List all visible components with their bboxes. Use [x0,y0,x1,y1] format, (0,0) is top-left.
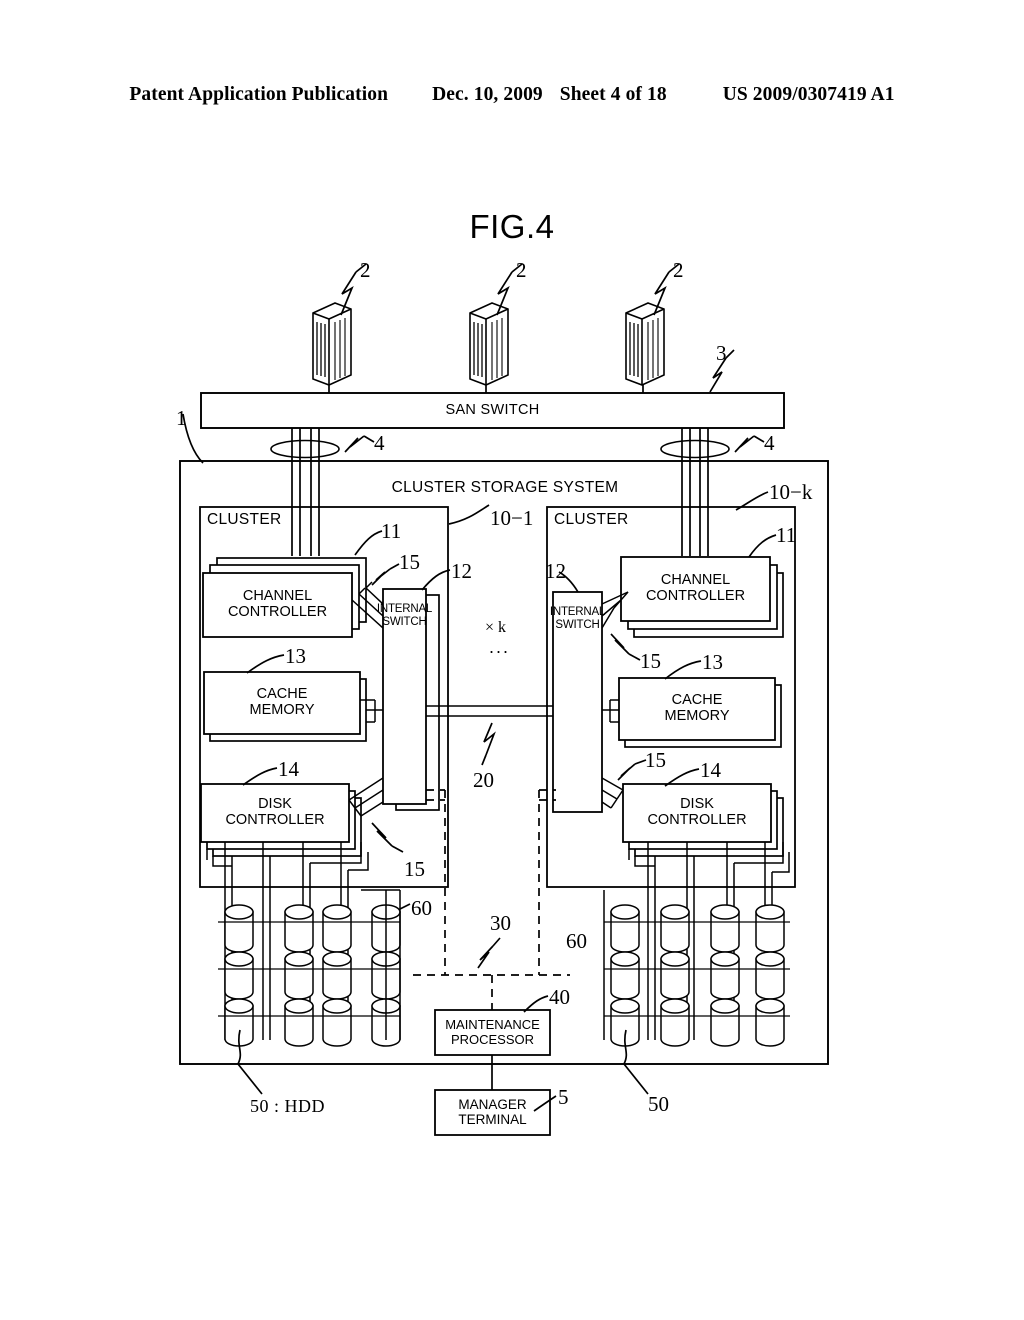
ref-maintenance-bus: 30 [490,911,511,935]
figure-artwork [179,263,829,1136]
hdd-icon [224,951,254,1000]
ref-cable-right: 4 [764,431,775,455]
host-icon-3 [625,302,665,386]
manager-terminal-box [434,1089,551,1136]
cluster-ellipsis-label: ... [489,637,511,657]
hdd-icon [710,951,740,1000]
ref-inter-cluster-bus: 20 [473,768,494,792]
ref-host-2: 2 [516,258,527,282]
hdd-icon [284,904,314,953]
ref-internal-switch-right: 12 [545,559,566,583]
ref-manager-terminal: 5 [558,1085,569,1109]
ref-system: 1 [176,406,187,430]
hdd-icon [710,904,740,953]
cluster-left-label: CLUSTER [207,511,282,528]
hdd-icon [284,998,314,1047]
ref-channel-controller-left: 11 [381,519,402,543]
maintenance-processor-box [434,1009,551,1056]
channel-controller-left-box [202,572,353,638]
ref-cluster-kth: 10−k [769,480,813,504]
hdd-icon [322,904,352,953]
hdd-icon [660,998,690,1047]
hdd-legend-label: 50 : HDD [250,1096,325,1116]
ref-disk-controller-left: 14 [278,757,299,781]
ref-cable-left: 4 [374,431,385,455]
cluster-right-label: CLUSTER [554,511,629,528]
cluster-multiplier-label: × k [485,619,507,636]
hdd-icon [755,951,785,1000]
internal-switch-right-box [552,591,603,813]
hdd-icon [610,904,640,953]
hdd-icon [284,951,314,1000]
ref-internal-switch-left: 12 [451,559,472,583]
san-switch-box [200,392,785,429]
ref-host-3: 2 [673,258,684,282]
hdd-icon [322,998,352,1047]
cache-memory-right-box [618,677,776,741]
hdd-icon [755,998,785,1047]
hdd-icon [610,951,640,1000]
ref-maintenance-processor: 40 [549,985,570,1009]
ref-disk-path-left: 60 [411,896,432,920]
hdd-icon [755,904,785,953]
ref-path-cc-left: 15 [399,550,420,574]
host-icon-2 [469,302,509,386]
ref-path-cc-right: 15 [640,649,661,673]
ref-disk-controller-right: 14 [700,758,721,782]
hdd-icon [224,904,254,953]
hdd-icon [660,951,690,1000]
ref-cluster-first: 10−1 [490,506,534,530]
ref-host-1: 2 [360,258,371,282]
ref-path-cm-right: 15 [645,748,666,772]
ref-cache-memory-left: 13 [285,644,306,668]
ref-san-switch: 3 [716,341,727,365]
ref-cache-memory-right: 13 [702,650,723,674]
hdd-icon [710,998,740,1047]
disk-controller-left-box [200,783,350,843]
ref-disk-path-right: 60 [566,929,587,953]
channel-controller-right-box [620,556,771,622]
host-icon-1 [312,302,352,386]
internal-switch-left-box [382,588,427,805]
disk-controller-right-box [622,783,772,843]
ref-channel-controller-right: 11 [776,523,797,547]
ref-path-dc-left: 15 [404,857,425,881]
cache-memory-left-box [203,671,361,735]
ref-hdd-right: 50 [648,1092,669,1116]
hdd-icon [660,904,690,953]
hdd-icon [322,951,352,1000]
